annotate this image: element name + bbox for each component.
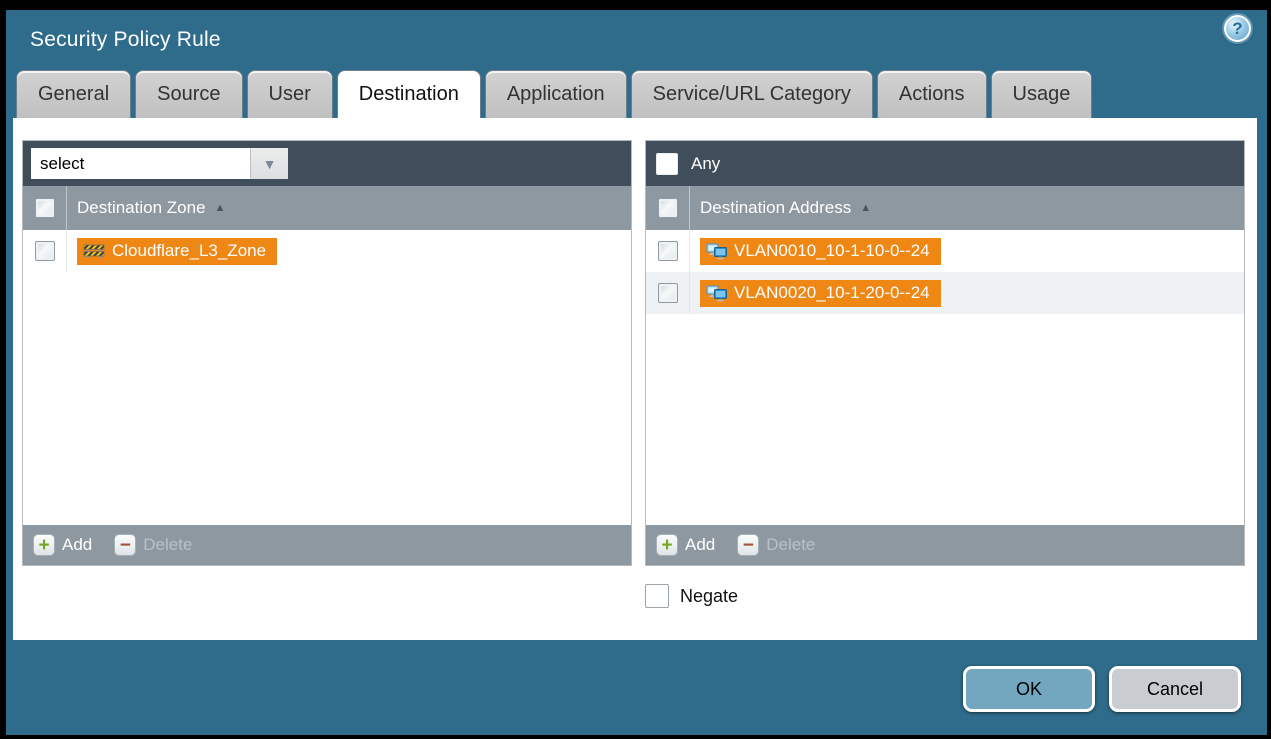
zone-panel-toolbar: ▼	[23, 141, 631, 186]
delete-minus-icon: −	[737, 534, 759, 556]
delete-minus-icon: −	[114, 534, 136, 556]
negate-label: Negate	[680, 586, 738, 607]
zone-header-checkbox-cell	[23, 186, 67, 230]
tab-bar: General Source User Destination Applicat…	[6, 70, 1267, 118]
address-header-checkbox-cell	[646, 186, 690, 230]
address-row-label: VLAN0010_10-1-10-0--24	[734, 241, 930, 261]
any-checkbox[interactable]	[656, 153, 678, 175]
sort-ascending-icon: ▲	[860, 202, 871, 214]
zone-column-header: Destination Zone ▲	[23, 186, 631, 230]
zone-select-input[interactable]	[31, 148, 251, 179]
add-plus-icon: +	[656, 534, 678, 556]
address-delete-button[interactable]: − Delete	[737, 534, 815, 556]
address-delete-label: Delete	[766, 535, 815, 555]
security-policy-rule-dialog: Security Policy Rule ? General Source Us…	[0, 0, 1271, 739]
zone-column-header-label[interactable]: Destination Zone ▲	[67, 198, 225, 218]
zone-icon	[83, 243, 105, 259]
zone-select-combo: ▼	[31, 148, 288, 179]
address-row-vlan0020[interactable]: VLAN0020_10-1-20-0--24	[646, 272, 1244, 314]
address-row-checkbox-cell	[646, 230, 690, 272]
any-label: Any	[691, 154, 720, 174]
address-add-label: Add	[685, 535, 715, 555]
tab-destination[interactable]: Destination	[337, 70, 481, 118]
zone-chip[interactable]: Cloudflare_L3_Zone	[77, 238, 277, 265]
title-bar: Security Policy Rule ?	[6, 10, 1267, 70]
address-panel-footer: + Add − Delete	[646, 525, 1244, 565]
address-column-header-label[interactable]: Destination Address ▲	[690, 198, 871, 218]
address-select-all-checkbox[interactable]	[658, 198, 678, 218]
destination-zone-panel: ▼ Destination Zone ▲	[22, 140, 632, 566]
negate-checkbox[interactable]	[645, 584, 669, 608]
zone-column-title: Destination Zone	[77, 198, 206, 218]
add-plus-icon: +	[33, 534, 55, 556]
address-add-button[interactable]: + Add	[656, 534, 715, 556]
zone-select-dropdown-button[interactable]: ▼	[251, 148, 288, 179]
address-chip[interactable]: VLAN0020_10-1-20-0--24	[700, 280, 941, 307]
address-row-checkbox[interactable]	[658, 283, 678, 303]
network-icon	[706, 243, 727, 260]
address-column-title: Destination Address	[700, 198, 851, 218]
zone-list: Cloudflare_L3_Zone	[23, 230, 631, 525]
panels: ▼ Destination Zone ▲	[22, 140, 1257, 566]
address-list: VLAN0010_10-1-10-0--24	[646, 230, 1244, 525]
tab-application[interactable]: Application	[485, 70, 627, 118]
tab-actions[interactable]: Actions	[877, 70, 987, 118]
negate-row: Negate	[645, 584, 1257, 608]
tab-general[interactable]: General	[16, 70, 131, 118]
address-chip[interactable]: VLAN0010_10-1-10-0--24	[700, 238, 941, 265]
address-row-vlan0010[interactable]: VLAN0010_10-1-10-0--24	[646, 230, 1244, 272]
ok-button[interactable]: OK	[963, 666, 1095, 712]
chevron-down-icon: ▼	[263, 157, 277, 171]
destination-tab-content: ▼ Destination Zone ▲	[13, 118, 1257, 640]
zone-delete-button[interactable]: − Delete	[114, 534, 192, 556]
tab-usage[interactable]: Usage	[991, 70, 1093, 118]
address-row-checkbox[interactable]	[658, 241, 678, 261]
zone-row-checkbox[interactable]	[35, 241, 55, 261]
help-icon[interactable]: ?	[1224, 15, 1251, 42]
cancel-button[interactable]: Cancel	[1109, 666, 1241, 712]
tab-user[interactable]: User	[247, 70, 333, 118]
zone-row-checkbox-cell	[23, 230, 67, 272]
zone-delete-label: Delete	[143, 535, 192, 555]
network-icon	[706, 285, 727, 302]
zone-row-label: Cloudflare_L3_Zone	[112, 241, 266, 261]
destination-address-panel: Any Destination Address ▲	[645, 140, 1245, 566]
address-row-label: VLAN0020_10-1-20-0--24	[734, 283, 930, 303]
tab-source[interactable]: Source	[135, 70, 242, 118]
zone-row-cloudflare-l3-zone[interactable]: Cloudflare_L3_Zone	[23, 230, 631, 272]
address-panel-toolbar: Any	[646, 141, 1244, 186]
zone-add-label: Add	[62, 535, 92, 555]
dialog-title: Security Policy Rule	[30, 28, 221, 52]
tab-service-url-category[interactable]: Service/URL Category	[631, 70, 873, 118]
address-row-checkbox-cell	[646, 272, 690, 314]
dialog-footer: OK Cancel	[6, 640, 1267, 735]
sort-ascending-icon: ▲	[215, 202, 226, 214]
zone-add-button[interactable]: + Add	[33, 534, 92, 556]
zone-panel-footer: + Add − Delete	[23, 525, 631, 565]
address-column-header: Destination Address ▲	[646, 186, 1244, 230]
zone-select-all-checkbox[interactable]	[35, 198, 55, 218]
